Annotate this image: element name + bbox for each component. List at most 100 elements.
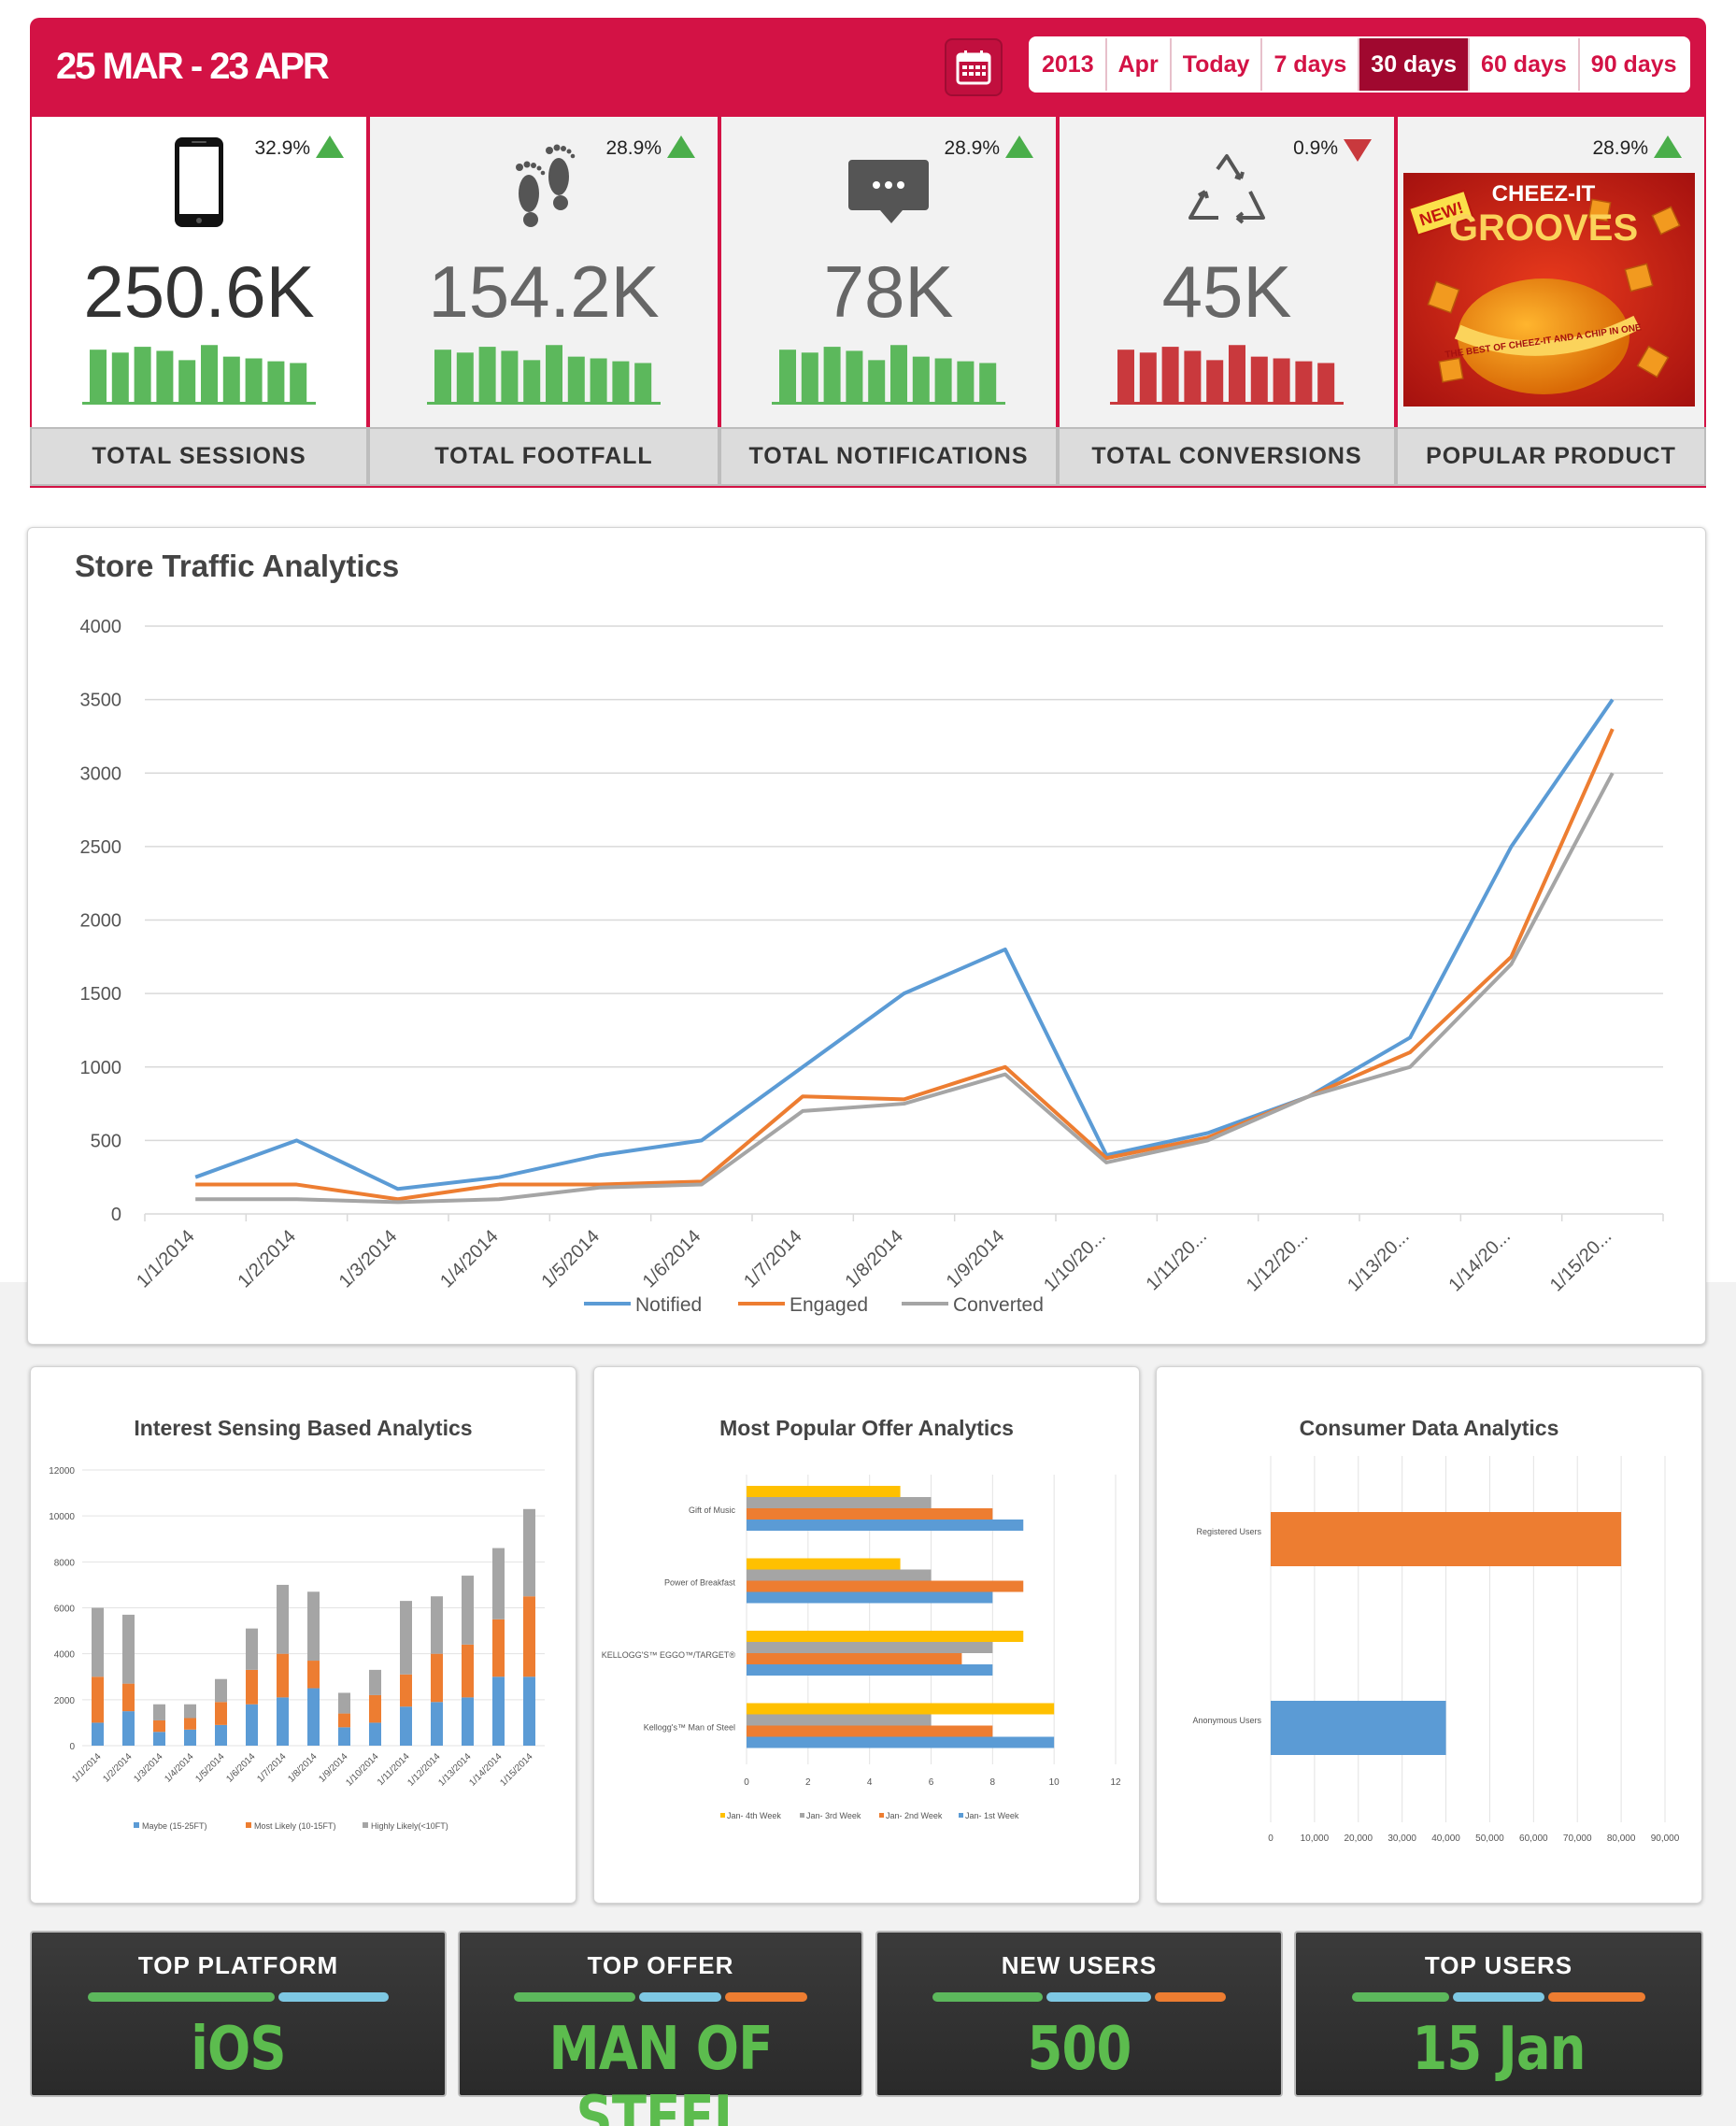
stacked-bar-segment <box>92 1607 104 1677</box>
y-tick-label: 4000 <box>54 1650 76 1661</box>
top-users-tile[interactable]: TOP USERS 15 Jan <box>1294 1931 1703 2097</box>
kpi-total-notifications[interactable]: 28.9% 78K TOTAL NOTIFICATIONS <box>719 117 1058 488</box>
sparkline-chart <box>772 345 1005 405</box>
sparkline-bar <box>1250 356 1268 402</box>
offer-bar <box>747 1558 901 1570</box>
sparkline-bar <box>567 356 585 402</box>
x-tick-label: 1/8/2014 <box>841 1226 907 1292</box>
top-platform-tile[interactable]: TOP PLATFORM iOS <box>30 1931 447 2097</box>
x-tick-label: 1/5/2014 <box>193 1751 227 1785</box>
stacked-bar-segment <box>92 1677 104 1723</box>
stacked-bar-segment <box>153 1704 165 1720</box>
kpi-label: TOTAL NOTIFICATIONS <box>719 427 1058 486</box>
y-tick-label: 2000 <box>80 911 122 932</box>
stacked-bar-segment <box>400 1706 412 1746</box>
tab-60-days[interactable]: 60 days <box>1470 38 1580 91</box>
sparkline-bar <box>201 345 218 402</box>
legend-label: Converted <box>953 1294 1044 1316</box>
sparkline-bar <box>290 363 307 402</box>
stacked-bar-segment <box>431 1653 443 1703</box>
sparkline-chart <box>82 345 316 405</box>
product-brand: CHEEZ-IT <box>1492 181 1596 207</box>
tab-today[interactable]: Today <box>1171 38 1263 91</box>
sparkline-bar <box>245 358 263 402</box>
offer-bar <box>747 1569 932 1581</box>
kpi-value: 78K <box>823 250 954 333</box>
stacked-bar-segment <box>492 1677 505 1746</box>
sparkline-bar <box>590 358 607 402</box>
y-category-label: Power of Breakfast <box>664 1578 736 1588</box>
kpi-total-sessions[interactable]: 32.9% 250.6K TOTAL SESSIONS <box>30 117 368 488</box>
tile-title: TOP PLATFORM <box>137 1951 339 1979</box>
sparkline-bar <box>523 360 541 402</box>
x-tick-label: 1/14/20... <box>1445 1226 1515 1296</box>
legend-label: Jan- 1st Week <box>965 1811 1019 1820</box>
x-tick-label: 90,000 <box>1651 1833 1680 1844</box>
kpi-label: TOTAL CONVERSIONS <box>1058 427 1396 486</box>
stacked-bar-segment <box>431 1702 443 1746</box>
tile-value: MAN OF STEEL <box>548 2015 773 2126</box>
tile-value: iOS <box>191 2015 286 2084</box>
stacked-bar-segment <box>184 1704 196 1719</box>
sparkline-bar <box>957 361 975 402</box>
stacked-bar-segment <box>307 1591 320 1662</box>
tile-title: TOP USERS <box>1424 1951 1573 1979</box>
trend-up-icon <box>316 136 344 158</box>
x-tick-label: 10,000 <box>1301 1833 1330 1844</box>
y-category-label: KELLOGG'S™ EGGO™/TARGET® <box>602 1650 736 1660</box>
sparkline-bar <box>478 347 496 402</box>
sparkline-bar <box>823 347 841 402</box>
x-tick-label: 1/1/2014 <box>70 1751 104 1785</box>
tab-90-days[interactable]: 90 days <box>1579 38 1688 91</box>
y-tick-label: 0 <box>69 1742 75 1752</box>
offer-bar <box>747 1642 993 1653</box>
tab-apr[interactable]: Apr <box>1106 38 1172 91</box>
x-tick-label: 1/5/2014 <box>537 1226 604 1292</box>
x-tick-label: 8 <box>990 1777 996 1788</box>
stacked-bar-segment <box>462 1576 474 1645</box>
tab-2013[interactable]: 2013 <box>1031 38 1107 91</box>
store-traffic-line-chart: 0 500 1000 1500 2000 2500 3000 3500 4000 1/1/2014… <box>80 617 1664 1316</box>
x-tick-label: 1/10/20... <box>1040 1226 1110 1296</box>
kpi-total-footfall[interactable]: 28.9% 154.2K TOTAL FOOTFALL <box>368 117 719 488</box>
consumer-bar <box>1271 1701 1446 1755</box>
offer-bar <box>747 1703 1055 1715</box>
x-tick-label: 60,000 <box>1519 1833 1548 1844</box>
sparkline-bar <box>846 350 863 402</box>
header-bar: 25 MAR - 23 APR 2013 Apr Today 7 days 30… <box>30 18 1706 117</box>
sparkline-bar <box>1139 352 1157 402</box>
sparkline-baseline <box>1110 402 1344 405</box>
calendar-button[interactable] <box>945 38 1003 96</box>
x-tick-label: 1/11/20... <box>1143 1226 1211 1294</box>
new-users-tile[interactable]: NEW USERS 500 <box>875 1931 1283 2097</box>
x-tick-label: 1/12/20... <box>1243 1226 1313 1296</box>
tab-30-days[interactable]: 30 days <box>1359 38 1471 91</box>
top-offer-tile[interactable]: TOP OFFER MAN OF STEEL <box>458 1931 863 2126</box>
x-tick-label: 80,000 <box>1607 1833 1636 1844</box>
interest-stacked-bar-chart: 0 2000 4000 6000 8000 10000 12000 1/1/20141/2/2… <box>49 1466 545 1831</box>
kpi-total-conversions[interactable]: 0.9% 45K TOTAL CONVERSIONS <box>1058 117 1396 488</box>
tile-value: 15 Jan <box>1412 2015 1586 2084</box>
product-image[interactable]: NEW! CHEEZ-IT GROOVES THE BEST OF CHEEZ-… <box>1403 173 1695 407</box>
trend-down-icon <box>1344 139 1372 162</box>
y-tick-label: 3000 <box>80 763 122 784</box>
sparkline-bar <box>546 345 562 402</box>
y-tick-label: 6000 <box>54 1605 76 1615</box>
sparkline-bar <box>501 350 519 402</box>
y-tick-label: 3500 <box>80 691 122 711</box>
y-tick-label: 4000 <box>80 617 122 637</box>
y-category-label: Gift of Music <box>689 1505 736 1515</box>
stacked-bar-segment <box>184 1729 196 1746</box>
consumer-bar <box>1271 1512 1622 1566</box>
kpi-popular-product[interactable]: 28.9% NEW! CHEEZ-IT GROOVES THE BEST OF … <box>1396 117 1706 488</box>
sparkline-bar <box>612 361 630 402</box>
change-percent: 28.9% <box>944 137 1000 159</box>
y-category-label: Anonymous Users <box>1192 1716 1261 1725</box>
sparkline-bar <box>1295 361 1313 402</box>
y-tick-label: 1000 <box>80 1058 122 1078</box>
stacked-bar-segment <box>153 1719 165 1733</box>
change-percent: 28.9% <box>1592 137 1648 159</box>
stacked-bar-segment <box>215 1702 227 1725</box>
tab-7-days[interactable]: 7 days <box>1262 38 1360 91</box>
sparkline-bar <box>634 363 652 402</box>
